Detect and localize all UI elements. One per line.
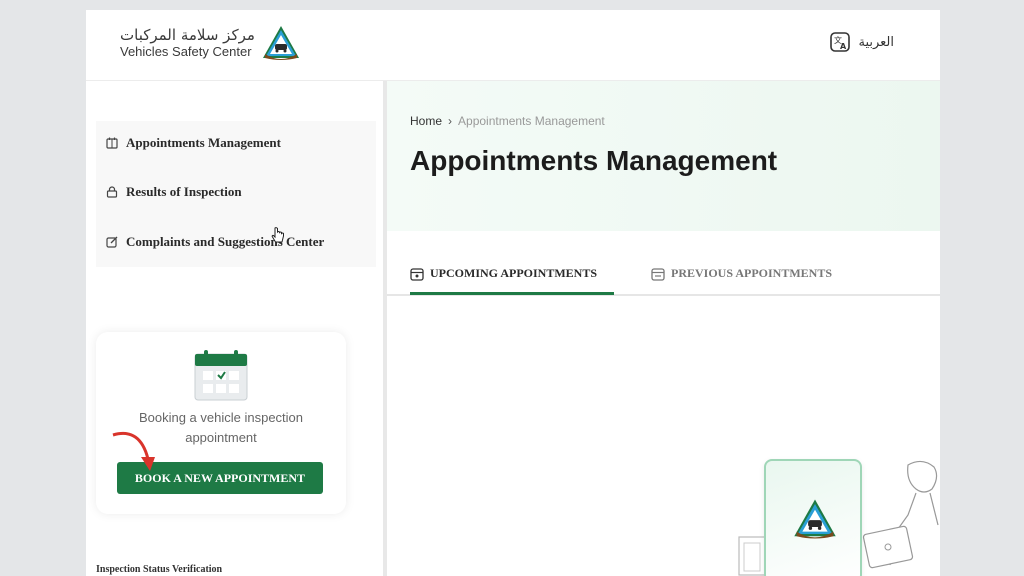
tab-label: PREVIOUS APPOINTMENTS	[671, 266, 833, 280]
translate-icon: 文 A	[830, 32, 851, 52]
tab-label: UPCOMING APPOINTMENTS	[430, 266, 598, 280]
phone-mockup	[764, 459, 862, 576]
calendar-icon	[410, 267, 424, 281]
page-title: Appointments Management	[410, 145, 778, 176]
svg-text:A: A	[840, 42, 847, 51]
booking-card: Booking a vehicle inspection appointment…	[96, 332, 346, 514]
top-header: مركز سلامة المركبات Vehicles Safety Cent…	[86, 10, 940, 81]
pointer-cursor-icon	[271, 227, 284, 243]
vsc-logo-icon	[794, 499, 836, 539]
logo-arabic-text: مركز سلامة المركبات	[120, 26, 255, 44]
edit-icon	[106, 236, 118, 248]
sidebar: Appointments Management Results of Inspe…	[86, 81, 383, 576]
lock-icon	[106, 186, 118, 198]
sidebar-item-label: Complaints and Suggestions Center	[126, 234, 325, 249]
breadcrumb-home[interactable]: Home	[410, 114, 442, 128]
tab-upcoming-appointments[interactable]: UPCOMING APPOINTMENTS	[410, 266, 597, 281]
sidebar-nav: Appointments Management Results of Inspe…	[96, 121, 376, 267]
sidebar-item-results-of-inspection[interactable]: Results of Inspection	[106, 184, 242, 200]
sidebar-item-label: Results of Inspection	[126, 184, 242, 199]
tab-previous-appointments[interactable]: PREVIOUS APPOINTMENTS	[651, 266, 832, 281]
appointments-tabs: UPCOMING APPOINTMENTS PREVIOUS APPOINTME…	[387, 260, 940, 296]
logo[interactable]: مركز سلامة المركبات Vehicles Safety Cent…	[120, 24, 301, 62]
language-label: العربية	[858, 34, 894, 50]
annotation-arrow-icon	[112, 432, 155, 471]
active-tab-indicator	[410, 292, 614, 295]
sidebar-item-label: Appointments Management	[126, 135, 281, 150]
calendar-icon	[106, 137, 118, 149]
chevron-right-icon: ›	[448, 114, 453, 128]
inspection-status-verification-link[interactable]: Inspection Status Verification	[96, 564, 222, 575]
logo-english-text: Vehicles Safety Center	[120, 44, 252, 59]
sidebar-item-complaints-suggestions[interactable]: Complaints and Suggestions Center	[106, 234, 324, 250]
language-toggle[interactable]: 文 A العربية	[830, 32, 894, 52]
logo-text: مركز سلامة المركبات Vehicles Safety Cent…	[120, 26, 255, 60]
breadcrumb: Home › Appointments Management	[410, 114, 605, 128]
calendar-list-icon	[651, 267, 665, 281]
calendar-check-icon	[194, 350, 248, 401]
vsc-logo-icon	[262, 26, 299, 60]
breadcrumb-current: Appointments Management	[458, 114, 605, 128]
sidebar-item-appointments-management[interactable]: Appointments Management	[106, 135, 281, 151]
